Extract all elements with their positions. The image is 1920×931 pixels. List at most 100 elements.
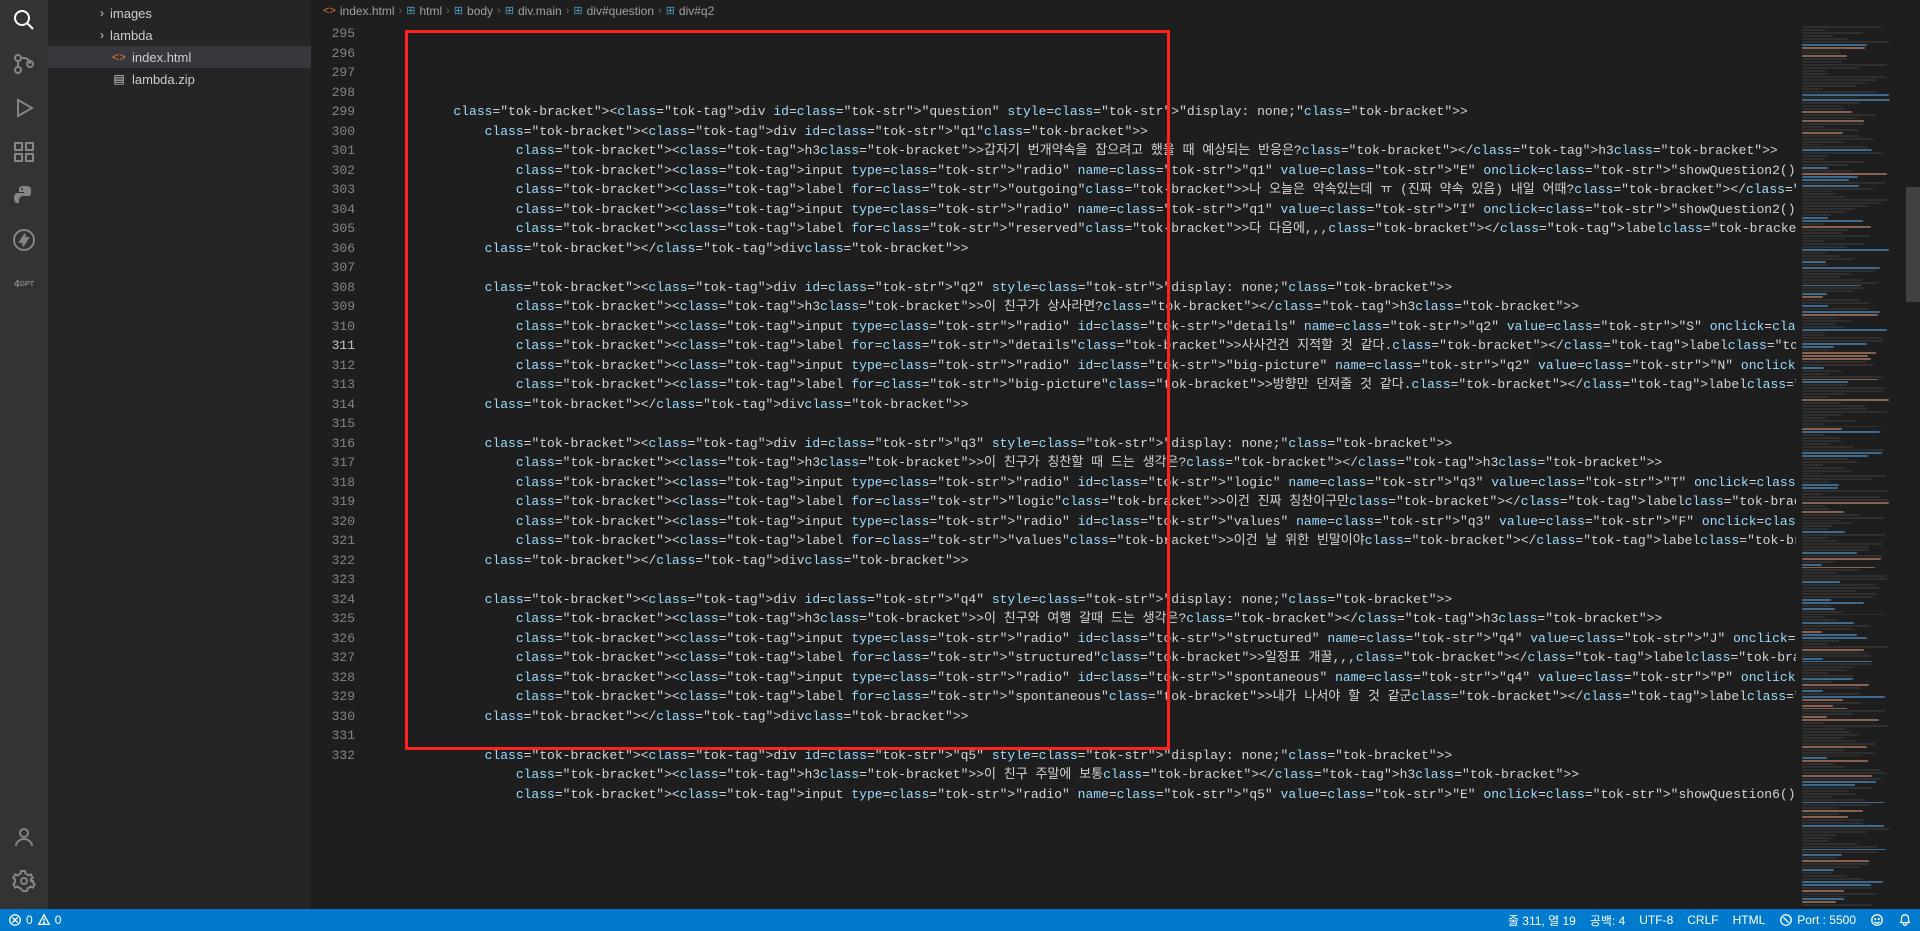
breadcrumb-icon: ⊞ bbox=[505, 4, 514, 17]
code-line[interactable]: class="tok-bracket"></class="tok-tag">di… bbox=[375, 239, 1796, 259]
breadcrumb-label: div.main bbox=[518, 4, 562, 18]
line-number: 310 bbox=[311, 317, 355, 337]
breadcrumb-item[interactable]: ⊞body bbox=[454, 4, 493, 18]
code-line[interactable] bbox=[375, 258, 1796, 278]
file-tree: ›images›lambda <> index.html ▤lambda.zip bbox=[48, 0, 311, 92]
search-icon[interactable] bbox=[12, 8, 36, 32]
breadcrumb[interactable]: <>index.html›⊞html›⊞body›⊞div.main›⊞div#… bbox=[311, 0, 1920, 22]
minimap[interactable] bbox=[1796, 22, 1906, 909]
status-line-col[interactable]: 줄 311, 열 19 bbox=[1508, 912, 1576, 929]
line-number: 302 bbox=[311, 161, 355, 181]
tree-item-images[interactable]: ›images bbox=[48, 2, 311, 24]
code-line[interactable]: class="tok-bracket"><class="tok-tag">inp… bbox=[375, 668, 1796, 688]
line-number: 319 bbox=[311, 492, 355, 512]
tree-label: images bbox=[110, 6, 152, 21]
editor-region: <>index.html›⊞html›⊞body›⊞div.main›⊞div#… bbox=[311, 0, 1920, 909]
source-control-icon[interactable] bbox=[12, 52, 36, 76]
line-number: 307 bbox=[311, 258, 355, 278]
code-line[interactable]: class="tok-bracket"><class="tok-tag">lab… bbox=[375, 336, 1796, 356]
status-bell-icon[interactable] bbox=[1898, 913, 1912, 927]
code-line[interactable]: class="tok-bracket"></class="tok-tag">di… bbox=[375, 551, 1796, 571]
breadcrumb-item[interactable]: ⊞div#question bbox=[573, 4, 654, 18]
code-line[interactable]: class="tok-bracket"><class="tok-tag">h3c… bbox=[375, 297, 1796, 317]
tree-item-lambda-zip[interactable]: ▤lambda.zip bbox=[48, 68, 311, 90]
tree-item-index-html[interactable]: <> index.html bbox=[48, 46, 311, 68]
run-debug-icon[interactable] bbox=[12, 96, 36, 120]
code-line[interactable]: class="tok-bracket"><class="tok-tag">div… bbox=[375, 434, 1796, 454]
line-number: 295 bbox=[311, 24, 355, 44]
status-spaces[interactable]: 공백: 4 bbox=[1590, 912, 1625, 929]
breadcrumb-item[interactable]: ⊞html bbox=[406, 4, 442, 18]
scrollbar-thumb[interactable] bbox=[1906, 187, 1920, 302]
extensions-icon[interactable] bbox=[12, 140, 36, 164]
file-icon: ▤ bbox=[110, 72, 128, 86]
breadcrumb-item[interactable]: <>index.html bbox=[323, 4, 395, 18]
python-icon[interactable] bbox=[12, 184, 36, 208]
code-line[interactable] bbox=[375, 83, 1796, 103]
line-number: 298 bbox=[311, 83, 355, 103]
code-line[interactable]: class="tok-bracket"><class="tok-tag">inp… bbox=[375, 356, 1796, 376]
line-number: 303 bbox=[311, 180, 355, 200]
line-number: 304 bbox=[311, 200, 355, 220]
code-line[interactable]: class="tok-bracket"><class="tok-tag">inp… bbox=[375, 473, 1796, 493]
code-line[interactable]: class="tok-bracket"><class="tok-tag">div… bbox=[375, 102, 1796, 122]
breadcrumb-label: html bbox=[419, 4, 442, 18]
code-line[interactable]: class="tok-bracket"><class="tok-tag">h3c… bbox=[375, 609, 1796, 629]
tree-label: index.html bbox=[132, 50, 191, 65]
status-port[interactable]: Port : 5500 bbox=[1779, 913, 1856, 927]
status-language[interactable]: HTML bbox=[1733, 913, 1766, 927]
code-line[interactable]: class="tok-bracket"></class="tok-tag">di… bbox=[375, 707, 1796, 727]
thunder-icon[interactable] bbox=[12, 228, 36, 252]
gpt-icon[interactable]: 4GPT bbox=[12, 272, 36, 296]
code-line[interactable]: class="tok-bracket"><class="tok-tag">inp… bbox=[375, 317, 1796, 337]
code-line[interactable] bbox=[375, 414, 1796, 434]
warnings-count: 0 bbox=[55, 913, 62, 927]
account-icon[interactable] bbox=[12, 825, 36, 849]
status-eol[interactable]: CRLF bbox=[1687, 913, 1718, 927]
code-line[interactable]: class="tok-bracket"><class="tok-tag">lab… bbox=[375, 492, 1796, 512]
code-line[interactable]: class="tok-bracket"><class="tok-tag">inp… bbox=[375, 629, 1796, 649]
code-area[interactable]: class="tok-bracket"><class="tok-tag">div… bbox=[375, 22, 1796, 909]
code-line[interactable]: class="tok-bracket"><class="tok-tag">h3c… bbox=[375, 453, 1796, 473]
settings-gear-icon[interactable] bbox=[12, 869, 36, 893]
line-number: 301 bbox=[311, 141, 355, 161]
code-line[interactable]: class="tok-bracket"><class="tok-tag">div… bbox=[375, 278, 1796, 298]
code-line[interactable]: class="tok-bracket"><class="tok-tag">inp… bbox=[375, 785, 1796, 805]
line-number: 328 bbox=[311, 668, 355, 688]
breadcrumb-item[interactable]: ⊞ div.main bbox=[505, 4, 562, 18]
breadcrumb-separator: › bbox=[497, 5, 501, 17]
breadcrumb-separator: › bbox=[446, 5, 450, 17]
code-line[interactable]: class="tok-bracket"><class="tok-tag">lab… bbox=[375, 687, 1796, 707]
line-number: 313 bbox=[311, 375, 355, 395]
code-line[interactable]: class="tok-bracket"><class="tok-tag">inp… bbox=[375, 200, 1796, 220]
code-line[interactable]: class="tok-bracket"><class="tok-tag">inp… bbox=[375, 512, 1796, 532]
code-line[interactable]: class="tok-bracket"><class="tok-tag">lab… bbox=[375, 648, 1796, 668]
file-icon: <> bbox=[110, 50, 128, 64]
line-number: 306 bbox=[311, 239, 355, 259]
code-line[interactable]: class="tok-bracket"></class="tok-tag">di… bbox=[375, 395, 1796, 415]
code-line[interactable] bbox=[375, 804, 1796, 824]
code-line[interactable]: class="tok-bracket"><class="tok-tag">lab… bbox=[375, 375, 1796, 395]
line-number: 326 bbox=[311, 629, 355, 649]
line-number: 311 bbox=[311, 336, 355, 356]
code-line[interactable]: class="tok-bracket"><class="tok-tag">div… bbox=[375, 122, 1796, 142]
code-line[interactable]: class="tok-bracket"><class="tok-tag">lab… bbox=[375, 531, 1796, 551]
status-errors[interactable]: 0 0 bbox=[8, 913, 61, 927]
code-line[interactable]: class="tok-bracket"><class="tok-tag">lab… bbox=[375, 219, 1796, 239]
status-encoding[interactable]: UTF-8 bbox=[1639, 913, 1673, 927]
breadcrumb-item[interactable]: ⊞div#q2 bbox=[666, 4, 715, 18]
code-line[interactable]: class="tok-bracket"><class="tok-tag">lab… bbox=[375, 180, 1796, 200]
tree-item-lambda[interactable]: ›lambda bbox=[48, 24, 311, 46]
line-number: 309 bbox=[311, 297, 355, 317]
line-number: 305 bbox=[311, 219, 355, 239]
code-line[interactable] bbox=[375, 570, 1796, 590]
vertical-scrollbar[interactable] bbox=[1906, 22, 1920, 909]
code-line[interactable]: class="tok-bracket"><class="tok-tag">h3c… bbox=[375, 765, 1796, 785]
status-feedback-icon[interactable] bbox=[1870, 913, 1884, 927]
code-line[interactable]: class="tok-bracket"><class="tok-tag">div… bbox=[375, 590, 1796, 610]
code-line[interactable]: class="tok-bracket"><class="tok-tag">h3c… bbox=[375, 141, 1796, 161]
code-line[interactable] bbox=[375, 726, 1796, 746]
line-number: 320 bbox=[311, 512, 355, 532]
code-line[interactable]: class="tok-bracket"><class="tok-tag">div… bbox=[375, 746, 1796, 766]
code-line[interactable]: class="tok-bracket"><class="tok-tag">inp… bbox=[375, 161, 1796, 181]
